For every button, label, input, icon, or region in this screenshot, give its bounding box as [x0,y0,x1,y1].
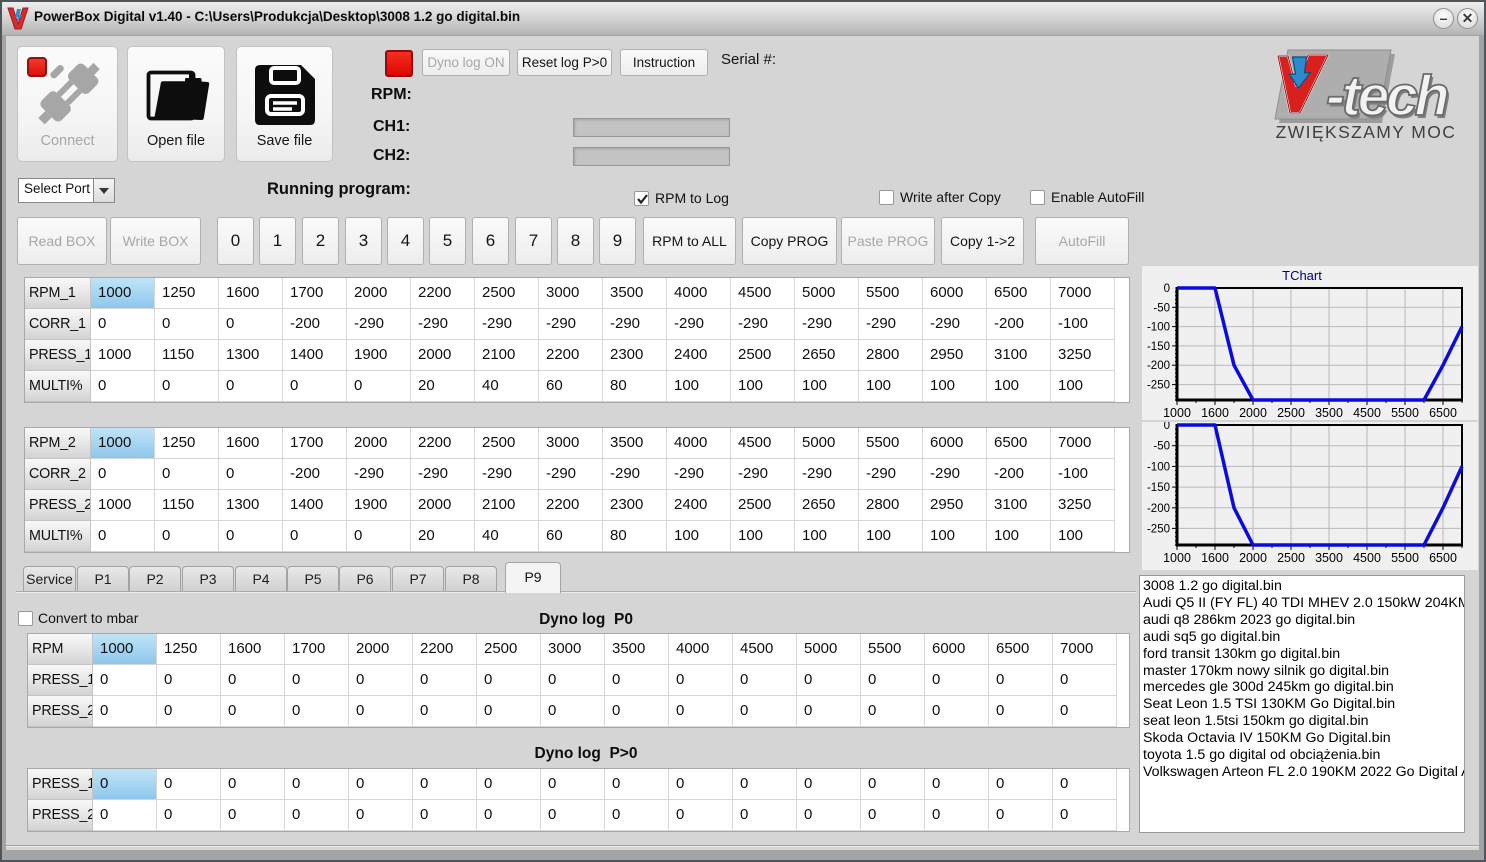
svg-text:4500: 4500 [1353,406,1381,420]
svg-text:5500: 5500 [1391,551,1419,565]
svg-text:TChart: TChart [1282,268,1322,283]
svg-text:-200: -200 [1147,360,1170,372]
svg-text:1600: 1600 [1201,406,1229,420]
svg-text:0: 0 [1164,422,1170,432]
svg-text:4500: 4500 [1353,551,1381,565]
svg-text:2000: 2000 [1239,551,1267,565]
svg-text:-250: -250 [1147,380,1170,392]
svg-text:-200: -200 [1147,503,1170,515]
svg-text:-250: -250 [1147,523,1170,535]
svg-text:1000: 1000 [1163,406,1191,420]
svg-text:-tech: -tech [1326,64,1448,128]
svg-text:-150: -150 [1147,482,1170,494]
svg-text:3500: 3500 [1315,406,1343,420]
svg-text:-50: -50 [1153,441,1170,453]
svg-text:0: 0 [1164,283,1170,295]
svg-text:-150: -150 [1147,341,1170,353]
svg-text:ZWIĘKSZAMY MOC: ZWIĘKSZAMY MOC [1276,122,1457,142]
svg-text:-100: -100 [1147,322,1170,334]
svg-text:1000: 1000 [1163,551,1191,565]
svg-text:2000: 2000 [1239,406,1267,420]
svg-text:-100: -100 [1147,461,1170,473]
svg-text:5500: 5500 [1391,406,1419,420]
svg-text:1600: 1600 [1201,551,1229,565]
svg-text:2500: 2500 [1277,406,1305,420]
svg-text:2500: 2500 [1277,551,1305,565]
svg-text:6500: 6500 [1429,551,1457,565]
svg-text:3500: 3500 [1315,551,1343,565]
svg-text:-50: -50 [1153,302,1170,314]
svg-text:6500: 6500 [1429,406,1457,420]
